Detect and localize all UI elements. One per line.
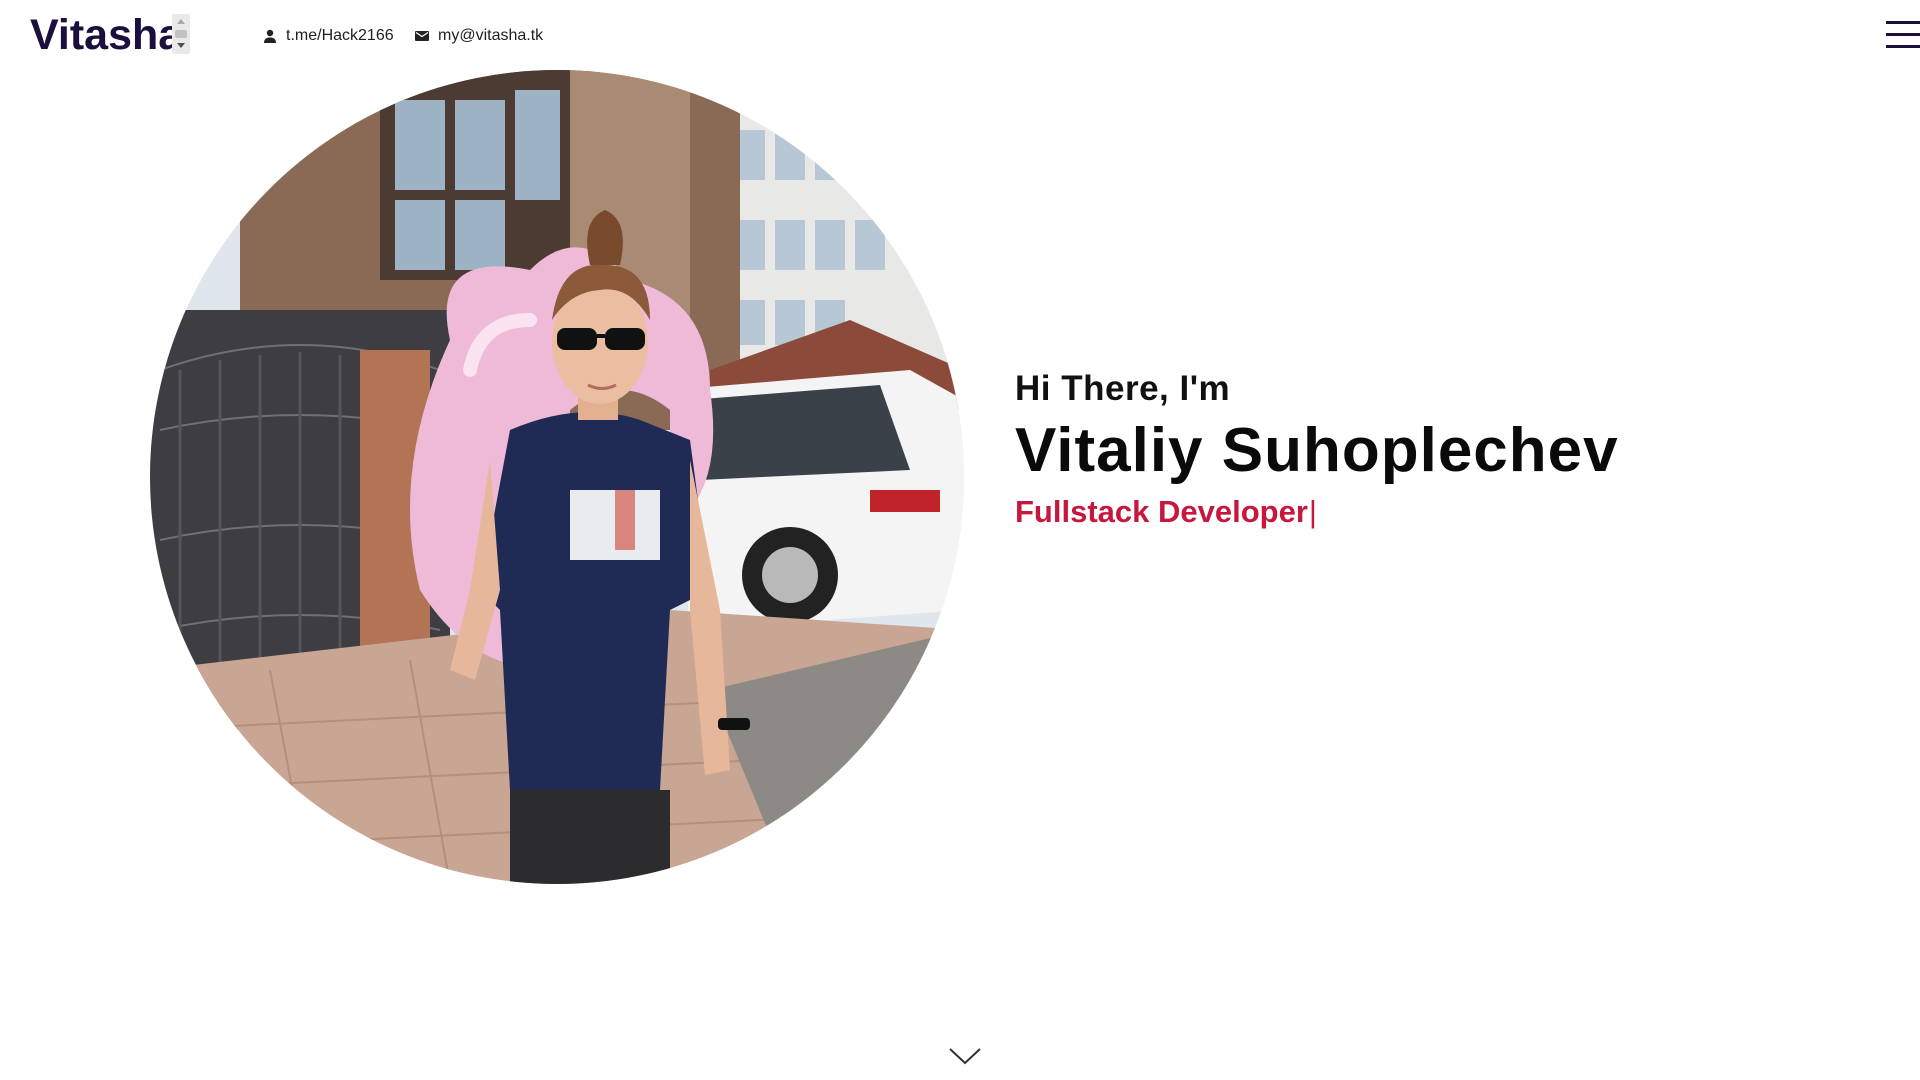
hero-name: Vitaliy Suhoplechev	[1015, 416, 1619, 485]
scroll-up-arrow-icon[interactable]	[177, 19, 185, 24]
menu-bar	[1886, 45, 1920, 48]
profile-photo	[150, 70, 964, 884]
scroll-down-arrow-icon[interactable]	[177, 43, 185, 48]
email-label: my@vitasha.tk	[438, 27, 544, 44]
profile-photo-illustration	[150, 70, 964, 884]
logo-scrollbar[interactable]	[172, 14, 190, 54]
telegram-link[interactable]: t.me/Hack2166	[262, 24, 394, 48]
menu-bar	[1886, 21, 1920, 24]
page: Vitasha t.me/Hack2166 my@vitasha.tk Hi T…	[0, 0, 1920, 1080]
menu-bar	[1886, 33, 1920, 36]
hamburger-menu-icon[interactable]	[1886, 18, 1920, 52]
telegram-label: t.me/Hack2166	[286, 27, 394, 44]
typing-cursor: |	[1308, 494, 1317, 529]
person-icon	[262, 28, 278, 44]
hero-role: Fullstack Developer|	[1015, 492, 1895, 532]
email-link[interactable]: my@vitasha.tk	[414, 24, 543, 48]
site-header: Vitasha t.me/Hack2166 my@vitasha.tk	[0, 0, 1920, 72]
hero-greeting: Hi There, I'm	[1015, 369, 1231, 408]
chevron-down-icon[interactable]	[948, 1046, 982, 1066]
hero-role-text: Fullstack Developer	[1015, 494, 1308, 529]
scrollbar-thumb[interactable]	[175, 30, 187, 38]
hero-intro: Hi There, I'm Vitaliy Suhoplechev Fullst…	[1015, 368, 1895, 532]
mail-icon	[414, 28, 430, 44]
site-logo[interactable]: Vitasha	[30, 8, 182, 62]
